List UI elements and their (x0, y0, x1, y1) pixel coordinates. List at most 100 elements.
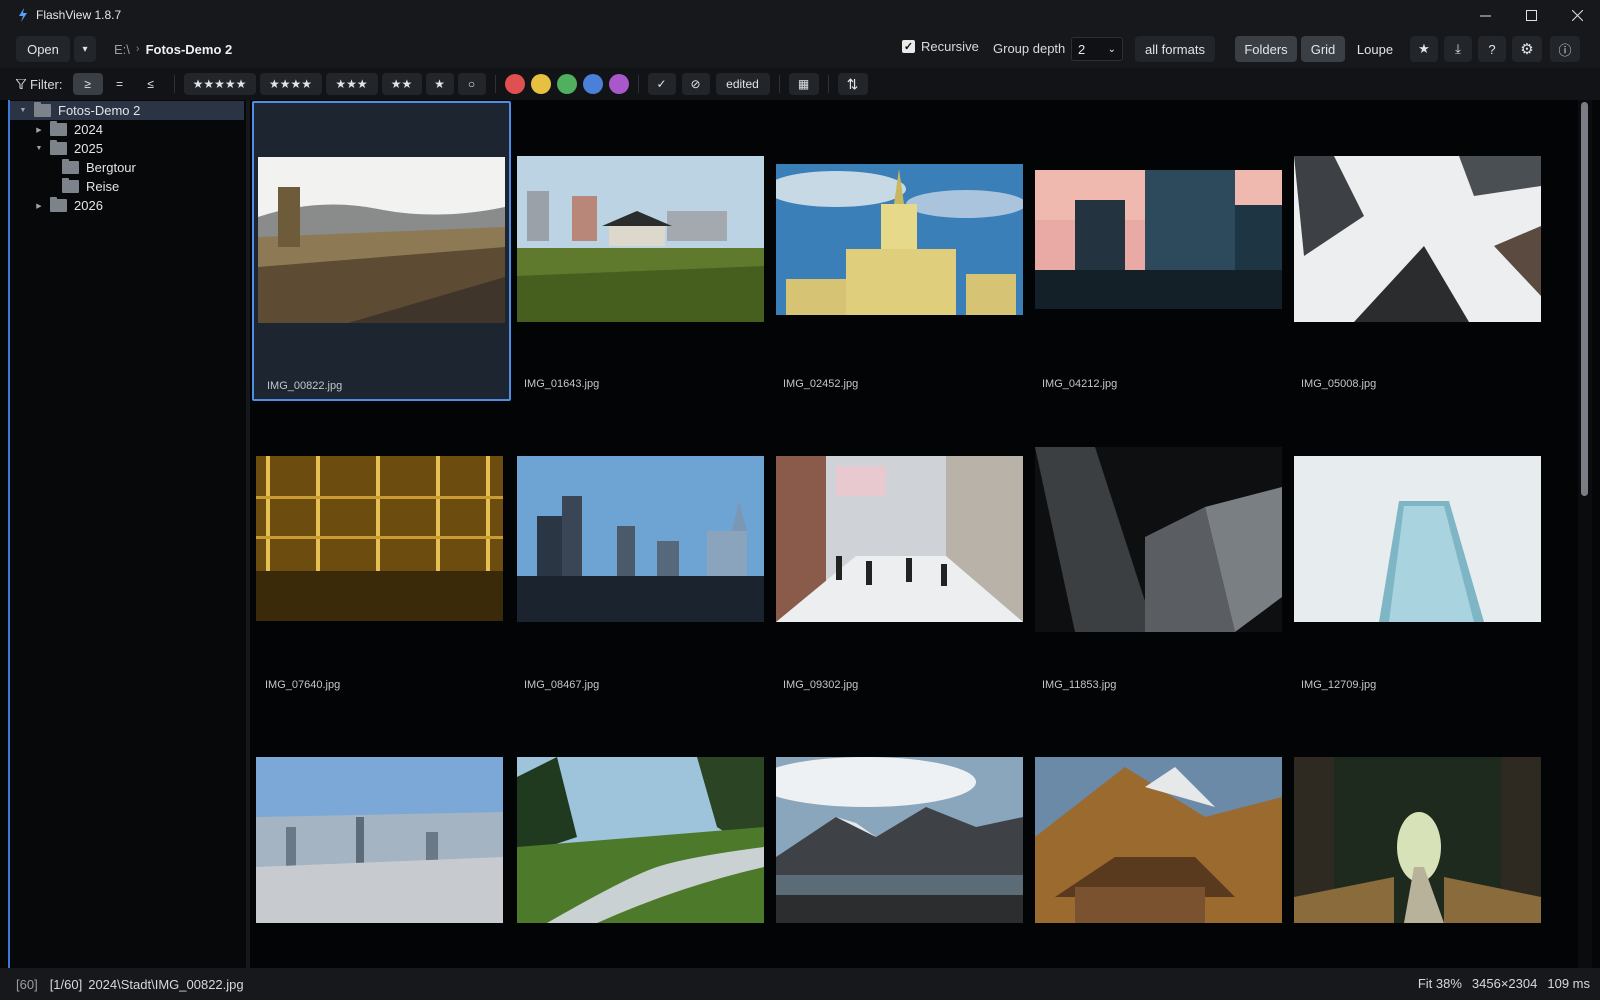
grid-view-button[interactable]: Grid (1301, 36, 1345, 62)
group-depth-value: 2 (1078, 41, 1086, 57)
expand-caret-icon[interactable]: ▼ (18, 107, 28, 114)
folders-view-button[interactable]: Folders (1235, 36, 1297, 62)
tree-item-reise[interactable]: Reise (62, 177, 119, 196)
collapse-caret-icon[interactable]: ▶ (34, 126, 44, 134)
thumbnail-tile[interactable]: IMG_00822.jpg (252, 101, 511, 401)
open-button[interactable]: Open (16, 36, 70, 62)
breadcrumb-root[interactable]: E:\ (114, 42, 130, 57)
group-depth-select[interactable]: 2 ⌄ (1071, 37, 1123, 61)
thumbnail-filename: IMG_09302.jpg (783, 679, 859, 691)
tree-item-label: 2024 (74, 122, 103, 137)
thumbnail-image (517, 456, 764, 622)
maximize-button[interactable] (1508, 0, 1554, 30)
tree-item-label: Fotos-Demo 2 (58, 103, 141, 118)
thumbnail-tile[interactable] (1029, 703, 1288, 968)
thumbnail-filename: IMG_02452.jpg (783, 378, 859, 390)
color-label-purple[interactable] (608, 74, 629, 94)
download-icon[interactable]: ⤓ (1444, 36, 1472, 62)
picked-filter-check-icon[interactable]: ✓ (647, 73, 676, 95)
thumbnail-tile[interactable] (770, 703, 1029, 968)
filter-4-stars[interactable]: ★★★★ (259, 73, 322, 95)
sort-icon[interactable]: ⇅ (837, 73, 868, 95)
edited-filter-button[interactable]: edited (715, 73, 770, 95)
tree-item-fotos-demo-2[interactable]: ▼ Fotos-Demo 2 (10, 101, 244, 120)
filter-le-button[interactable]: ≤ (137, 73, 165, 95)
main-toolbar: Open ▾ E:\ › Fotos-Demo 2 ✓ Recursive Gr… (0, 30, 1600, 68)
thumbnail-filename: IMG_12709.jpg (1301, 679, 1377, 691)
tree-item-bergtour[interactable]: Bergtour (62, 158, 136, 177)
filter-5-stars[interactable]: ★★★★★ (183, 73, 256, 95)
status-timing: 109 ms (1547, 976, 1590, 991)
thumbnail-filename: IMG_00822.jpg (267, 380, 343, 392)
thumbnail-filename: IMG_07640.jpg (265, 679, 341, 691)
filter-eq-button[interactable]: = (106, 73, 134, 95)
thumbnail-tile[interactable]: IMG_12709.jpg (1288, 402, 1547, 702)
status-zoom: Fit 38% (1417, 976, 1462, 991)
tree-item-label: 2025 (74, 141, 103, 156)
color-label-blue[interactable] (582, 74, 603, 94)
thumbnail-tile[interactable] (511, 703, 770, 968)
star-icon[interactable]: ★ (1410, 36, 1438, 62)
chevron-down-icon: ⌄ (1107, 43, 1116, 55)
recursive-checkbox[interactable]: ✓ Recursive (902, 39, 979, 54)
scrollbar-thumb[interactable] (1581, 102, 1588, 496)
calendar-icon[interactable]: ▦ (788, 73, 819, 95)
rejected-filter-icon[interactable]: ⊘ (681, 73, 710, 95)
thumbnail-image (1294, 456, 1541, 622)
thumbnail-image (256, 757, 503, 923)
tree-item-label: Reise (86, 179, 120, 194)
thumbnail-tile[interactable]: IMG_11853.jpg (1029, 402, 1288, 702)
thumbnail-image (776, 456, 1023, 622)
loupe-view-button[interactable]: Loupe (1349, 36, 1401, 62)
help-icon[interactable]: ? (1478, 36, 1506, 62)
thumbnail-image (1035, 447, 1282, 632)
thumbnail-image (1035, 170, 1282, 309)
thumbnail-tile[interactable]: IMG_08467.jpg (511, 402, 770, 702)
title-bar: FlashView 1.8.7 (0, 0, 1600, 30)
expand-caret-icon[interactable]: ▼ (34, 145, 44, 152)
status-dimensions: 3456×2304 (1471, 976, 1538, 991)
thumbnail-image (1294, 156, 1541, 322)
thumbnail-image (517, 757, 764, 923)
filter-3-stars[interactable]: ★★★ (325, 73, 378, 95)
tree-item-label: Bergtour (86, 160, 136, 175)
thumbnail-image (256, 456, 503, 621)
filter-2-stars[interactable]: ★★ (381, 73, 422, 95)
grid-scrollbar[interactable] (1578, 100, 1592, 968)
thumbnail-tile[interactable] (1288, 703, 1547, 968)
thumbnail-tile[interactable]: IMG_07640.jpg (252, 402, 511, 702)
open-menu-button[interactable]: ▾ (74, 36, 96, 62)
filter-1-star[interactable]: ★ (425, 73, 454, 95)
filter-label: Filter: (30, 76, 63, 92)
close-window-button[interactable] (1554, 0, 1600, 30)
thumbnail-tile[interactable]: IMG_09302.jpg (770, 402, 1029, 702)
tree-item-2025[interactable]: ▼ 2025 (34, 139, 103, 158)
separator (637, 75, 639, 93)
flash-app-icon (16, 8, 30, 22)
thumbnail-tile[interactable]: IMG_05008.jpg (1288, 101, 1547, 401)
info-panel-icon[interactable]: ⓘ (1550, 36, 1580, 62)
collapse-caret-icon[interactable]: ▶ (34, 202, 44, 210)
filter-unrated[interactable]: ○ (457, 73, 486, 95)
thumbnail-tile[interactable]: IMG_04212.jpg (1029, 101, 1288, 401)
formats-button[interactable]: all formats (1135, 36, 1215, 62)
thumbnail-image (1035, 757, 1282, 923)
tree-item-2026[interactable]: ▶ 2026 (34, 196, 103, 215)
color-label-green[interactable] (556, 74, 577, 94)
separator (494, 75, 496, 93)
thumbnail-filename: IMG_04212.jpg (1042, 378, 1118, 390)
breadcrumb-separator: › (135, 43, 140, 55)
minimize-button[interactable] (1462, 0, 1508, 30)
thumbnail-filename: IMG_05008.jpg (1301, 378, 1377, 390)
settings-gear-icon[interactable]: ⚙ (1512, 36, 1542, 62)
thumbnail-tile[interactable] (252, 703, 511, 968)
breadcrumb-current[interactable]: Fotos-Demo 2 (146, 42, 233, 57)
filter-ge-button[interactable]: ≥ (72, 73, 103, 95)
color-label-yellow[interactable] (530, 74, 551, 94)
tree-item-2024[interactable]: ▶ 2024 (34, 120, 103, 139)
color-label-red[interactable] (504, 74, 525, 94)
thumbnail-tile[interactable]: IMG_01643.jpg (511, 101, 770, 401)
app-title: FlashView 1.8.7 (36, 8, 122, 22)
thumbnail-tile[interactable]: IMG_02452.jpg (770, 101, 1029, 401)
separator (173, 75, 175, 93)
